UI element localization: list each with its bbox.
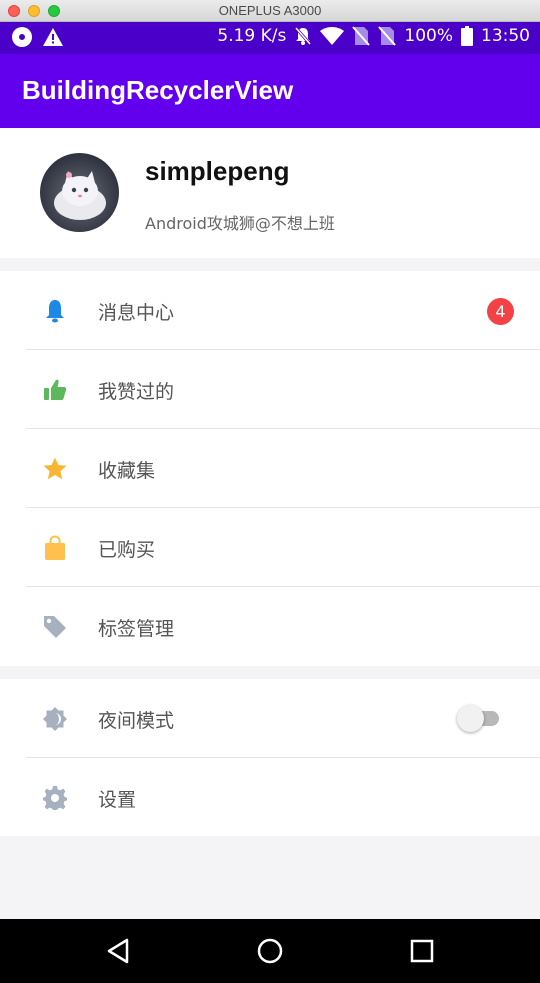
username: simplepeng [145, 156, 290, 186]
settings-section: 夜间模式 设置 [0, 679, 540, 836]
menu-item-messages[interactable]: 消息中心 4 [0, 271, 540, 350]
menu-item-label: 我赞过的 [98, 381, 175, 403]
thumbs-up-icon [44, 379, 67, 400]
no-sim-icon-2 [378, 26, 397, 46]
recents-icon[interactable] [408, 937, 436, 965]
toggle-thumb [457, 705, 484, 732]
avatar[interactable] [40, 153, 119, 232]
no-sim-icon [352, 26, 371, 46]
menu-item-liked[interactable]: 我赞过的 [0, 350, 540, 429]
warning-icon [43, 28, 63, 46]
shopping-bag-icon [45, 535, 65, 560]
gear-icon [43, 786, 67, 810]
brightness-icon [43, 707, 67, 731]
star-icon [43, 457, 67, 480]
menu-item-purchased[interactable]: 已购买 [0, 508, 540, 587]
network-speed: 5.19 K/s [217, 26, 287, 46]
cat-avatar-image [54, 171, 106, 220]
battery-icon [461, 26, 473, 46]
menu-item-label: 设置 [98, 789, 137, 811]
menu-item-label: 已购买 [98, 539, 156, 561]
unread-badge: 4 [487, 298, 514, 325]
battery-percent: 100% [404, 26, 453, 46]
menu-item-settings[interactable]: 设置 [0, 758, 540, 837]
menu-item-label: 标签管理 [98, 618, 175, 640]
notification-dot-icon [12, 27, 32, 47]
menu-section: 消息中心 4 我赞过的 收藏集 已购买 标签管理 [0, 271, 540, 666]
app-title: BuildingRecyclerView [22, 75, 294, 105]
menu-item-label: 消息中心 [98, 302, 175, 324]
bell-icon [46, 300, 64, 323]
menu-item-label: 夜间模式 [98, 710, 175, 732]
home-icon[interactable] [256, 937, 284, 965]
menu-item-label: 收藏集 [98, 460, 156, 482]
window-title: ONEPLUS A3000 [218, 3, 322, 18]
user-bio: Android攻城狮@不想上班 [145, 214, 335, 233]
menu-item-collections[interactable]: 收藏集 [0, 429, 540, 508]
night-mode-toggle[interactable] [457, 705, 499, 732]
muted-bell-icon [295, 27, 312, 45]
window-titlebar: ONEPLUS A3000 [0, 0, 540, 22]
menu-item-night-mode[interactable]: 夜间模式 [0, 679, 540, 758]
menu-item-tags[interactable]: 标签管理 [0, 587, 540, 666]
back-icon[interactable] [105, 937, 133, 965]
wifi-icon [320, 27, 345, 45]
tag-icon [44, 616, 66, 638]
system-nav-bar [0, 919, 540, 983]
clock: 13:50 [481, 26, 530, 46]
app-bar: BuildingRecyclerView [0, 54, 540, 128]
status-bar: 5.19 K/s 100% 13:50 [0, 22, 540, 54]
profile-card[interactable]: simplepeng Android攻城狮@不想上班 [0, 128, 540, 258]
